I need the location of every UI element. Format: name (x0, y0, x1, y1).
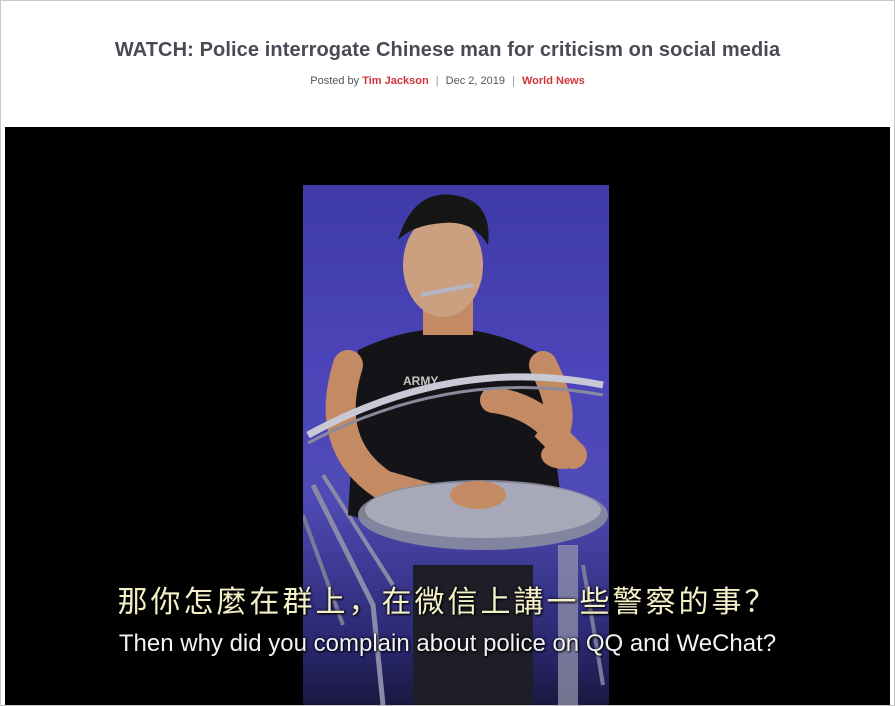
author-link[interactable]: Tim Jackson (362, 75, 428, 87)
meta-separator: | (512, 75, 515, 87)
article-title: WATCH: Police interrogate Chinese man fo… (114, 39, 781, 61)
category-link[interactable]: World News (522, 75, 585, 87)
article-header: WATCH: Police interrogate Chinese man fo… (1, 1, 894, 127)
video-still-illustration: ARMY (303, 194, 608, 705)
meta-separator: | (435, 75, 439, 87)
posted-by-label: Posted by (310, 75, 360, 87)
video-player[interactable]: ARMY 那你怎麼在群上，在微信上講一些警察的事？ Then why did y… (5, 127, 890, 705)
post-date: Dec 2, 2019 (445, 75, 505, 87)
english-subtitle: Then why did you complain about police o… (118, 630, 777, 657)
video-frame: ARMY (303, 185, 609, 705)
chinese-subtitle: 那你怎麼在群上，在微信上講一些警察的事？ (117, 585, 778, 620)
page-frame: WATCH: Police interrogate Chinese man fo… (0, 0, 895, 706)
article-meta: Posted by Tim Jackson | Dec 2, 2019 | Wo… (1, 75, 894, 87)
